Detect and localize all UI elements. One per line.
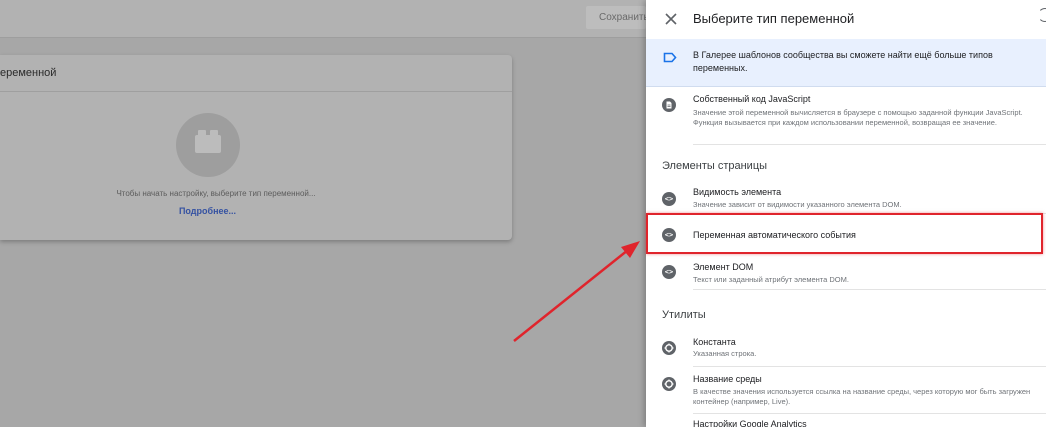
divider bbox=[693, 144, 1046, 145]
variable-type-placeholder[interactable] bbox=[176, 113, 240, 177]
close-icon[interactable] bbox=[662, 10, 680, 28]
divider bbox=[693, 213, 1046, 214]
gear-icon bbox=[662, 377, 676, 391]
variable-type-custom-js[interactable]: Собственный код JavaScript Значение этой… bbox=[646, 88, 1046, 144]
section-page-elements: Элементы страницы bbox=[662, 160, 768, 172]
editor-topbar: Сохранить bbox=[0, 0, 646, 38]
lego-block-icon bbox=[195, 130, 221, 153]
variable-type-dom-element[interactable]: Элемент DOM Текст или заданный атрибут э… bbox=[646, 258, 1046, 288]
item-title: Настройки Google Analytics bbox=[693, 419, 807, 427]
item-description: Значение зависит от видимости указанного… bbox=[693, 200, 902, 209]
variable-type-environment-name[interactable]: Название среды В качестве значения испол… bbox=[646, 368, 1046, 412]
code-icon bbox=[662, 228, 676, 242]
variable-type-element-visibility[interactable]: Видимость элемента Значение зависит от в… bbox=[646, 182, 1046, 212]
variable-type-ga-settings[interactable]: Настройки Google Analytics bbox=[646, 414, 1046, 427]
item-description: Текст или заданный атрибут элемента DOM. bbox=[693, 275, 849, 284]
item-title: Видимость элемента bbox=[693, 187, 782, 197]
banner-text: В Галерее шаблонов сообщества вы сможете… bbox=[693, 50, 993, 73]
item-description: В качестве значения используется ссылка … bbox=[693, 387, 1031, 406]
variable-type-constant[interactable]: Константа Указанная строка. bbox=[646, 332, 1046, 364]
item-title: Константа bbox=[693, 337, 736, 347]
divider bbox=[693, 289, 1046, 290]
panel-header: Выберите тип переменной bbox=[646, 0, 1046, 38]
variable-type-auto-event[interactable]: Переменная автоматического события bbox=[646, 215, 1046, 253]
tag-icon bbox=[663, 52, 677, 63]
card-title: еременной bbox=[0, 55, 512, 92]
item-title: Название среды bbox=[693, 374, 762, 384]
item-title: Собственный код JavaScript bbox=[693, 94, 811, 104]
item-title: Переменная автоматического события bbox=[693, 230, 856, 240]
item-description: Значение этой переменной вычисляется в б… bbox=[693, 108, 1023, 127]
item-title: Элемент DOM bbox=[693, 262, 754, 272]
learn-more-link[interactable]: Подробнее... bbox=[0, 206, 415, 216]
gear-icon bbox=[662, 341, 676, 355]
document-icon bbox=[662, 98, 676, 112]
save-button[interactable]: Сохранить bbox=[586, 6, 646, 29]
divider bbox=[693, 366, 1046, 367]
search-icon[interactable] bbox=[1038, 8, 1046, 22]
variable-type-panel: Выберите тип переменной В Галерее шаблон… bbox=[646, 0, 1046, 427]
card-hint-text: Чтобы начать настройку, выберите тип пер… bbox=[116, 189, 316, 198]
item-description: Указанная строка. bbox=[693, 349, 757, 358]
code-icon bbox=[662, 192, 676, 206]
panel-title: Выберите тип переменной bbox=[693, 11, 855, 26]
community-gallery-banner[interactable]: В Галерее шаблонов сообщества вы сможете… bbox=[646, 39, 1046, 87]
code-icon bbox=[662, 265, 676, 279]
section-utilities: Утилиты bbox=[662, 309, 706, 321]
variable-config-card: еременной Чтобы начать настройку, выбери… bbox=[0, 55, 512, 240]
